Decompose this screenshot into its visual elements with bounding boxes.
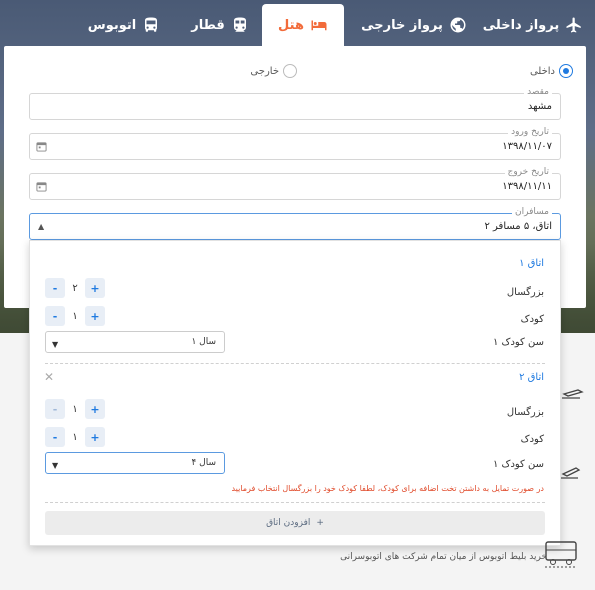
rooms-dropdown: اتاق ۱ بزرگسال - ۲ + کودک - ۱ + سن کودک …	[29, 240, 561, 546]
room-title: اتاق ۲	[519, 372, 544, 383]
calendar-icon[interactable]	[36, 181, 47, 192]
child-count: ۱	[72, 431, 78, 443]
chevron-down-icon: ▼	[52, 340, 59, 349]
adult-label: بزرگسال	[506, 407, 544, 418]
tab-label: اتوبوس	[87, 17, 137, 33]
checkin-label: تاریخ ورود	[508, 127, 552, 137]
child-count: ۱	[72, 310, 78, 322]
close-icon[interactable]: ✕	[44, 370, 54, 384]
service-tabs: پرواز داخلی پرواز خارجی هتل قطار اتوبوس	[0, 4, 595, 46]
extra-bed-warning: در صورت تمایل به داشتن تخت اضافه برای کو…	[231, 484, 544, 493]
bus-icon	[545, 541, 577, 568]
decrement-button[interactable]: -	[45, 278, 65, 298]
bed-icon	[311, 20, 327, 31]
tab-label: پرواز خارجی	[361, 17, 443, 33]
adult-stepper: - ۲ +	[45, 278, 105, 298]
adult-count: ۲	[72, 282, 78, 294]
radio-dot[interactable]	[283, 64, 297, 78]
tab-label: هتل	[278, 17, 304, 33]
globe-icon	[450, 17, 466, 33]
child-age-value: ۱ سال	[191, 337, 216, 347]
increment-button[interactable]: +	[85, 278, 105, 298]
train-icon	[233, 17, 246, 32]
child-age-select[interactable]: ۴ سال ▼	[45, 452, 225, 474]
divider	[45, 502, 545, 503]
checkout-label: تاریخ خروج	[504, 167, 552, 177]
child-age-label: سن کودک ۱	[492, 459, 544, 470]
adult-stepper: - ۱ +	[45, 399, 105, 419]
child-stepper: - ۱ +	[45, 306, 105, 326]
child-label: کودک	[520, 314, 544, 325]
radio-label: خارجی	[250, 65, 279, 77]
divider	[45, 363, 545, 364]
radio-international[interactable]: خارجی	[250, 64, 297, 78]
chevron-down-icon: ▼	[52, 461, 59, 470]
chevron-up-icon: ▲	[38, 222, 45, 231]
passengers-label: مسافران	[512, 207, 552, 217]
add-room-button[interactable]: افزودن اتاق +	[45, 511, 545, 535]
child-age-select[interactable]: ۱ سال ▼	[45, 331, 225, 353]
airplane-icon	[562, 389, 584, 399]
airplane-icon	[566, 17, 581, 33]
bus-icon	[145, 17, 158, 32]
tab-train[interactable]: قطار	[190, 4, 250, 46]
tab-bus[interactable]: اتوبوس	[86, 4, 162, 46]
bus-description: خرید بلیط اتوبوس از میان تمام شرکت های ا…	[340, 552, 547, 562]
child-stepper: - ۱ +	[45, 427, 105, 447]
increment-button[interactable]: +	[85, 306, 105, 326]
airplane-icon	[561, 467, 581, 479]
increment-button[interactable]: +	[85, 427, 105, 447]
plus-icon: +	[316, 518, 324, 528]
checkin-date-field[interactable]: تاریخ ورود ۱۳۹۸/۱۱/۰۷	[29, 127, 561, 160]
passengers-value: ۲ اتاق، ۵ مسافر	[484, 221, 552, 232]
destination-label: مقصد	[524, 87, 552, 97]
add-room-label: افزودن اتاق	[266, 518, 311, 528]
adult-label: بزرگسال	[506, 287, 544, 298]
tab-label: پرواز داخلی	[482, 17, 560, 33]
radio-dot[interactable]	[559, 64, 573, 78]
adult-count: ۱	[72, 403, 78, 415]
child-age-label: سن کودک ۱	[492, 337, 544, 348]
decrement-button[interactable]: -	[45, 399, 65, 419]
calendar-icon[interactable]	[36, 141, 47, 152]
destination-field[interactable]: مقصد مشهد	[29, 87, 561, 120]
room-title: اتاق ۱	[519, 258, 544, 269]
checkout-date-field[interactable]: تاریخ خروج ۱۳۹۸/۱۱/۱۱	[29, 167, 561, 200]
child-label: کودک	[520, 434, 544, 445]
tab-international-flight[interactable]: پرواز خارجی	[354, 4, 474, 46]
decrement-button[interactable]: -	[45, 306, 65, 326]
checkout-value: ۱۳۹۸/۱۱/۱۱	[502, 181, 552, 192]
tab-hotel[interactable]: هتل	[262, 4, 344, 46]
passengers-field[interactable]: مسافران ۲ اتاق، ۵ مسافر ▲	[29, 207, 561, 240]
radio-label: داخلی	[529, 65, 555, 77]
radio-domestic[interactable]: داخلی	[530, 64, 573, 78]
tab-label: قطار	[191, 17, 225, 33]
destination-value: مشهد	[527, 101, 552, 112]
increment-button[interactable]: +	[85, 399, 105, 419]
tab-domestic-flight[interactable]: پرواز داخلی	[478, 4, 588, 46]
checkin-value: ۱۳۹۸/۱۱/۰۷	[502, 141, 552, 152]
decrement-button[interactable]: -	[45, 427, 65, 447]
child-age-value: ۴ سال	[191, 458, 216, 468]
